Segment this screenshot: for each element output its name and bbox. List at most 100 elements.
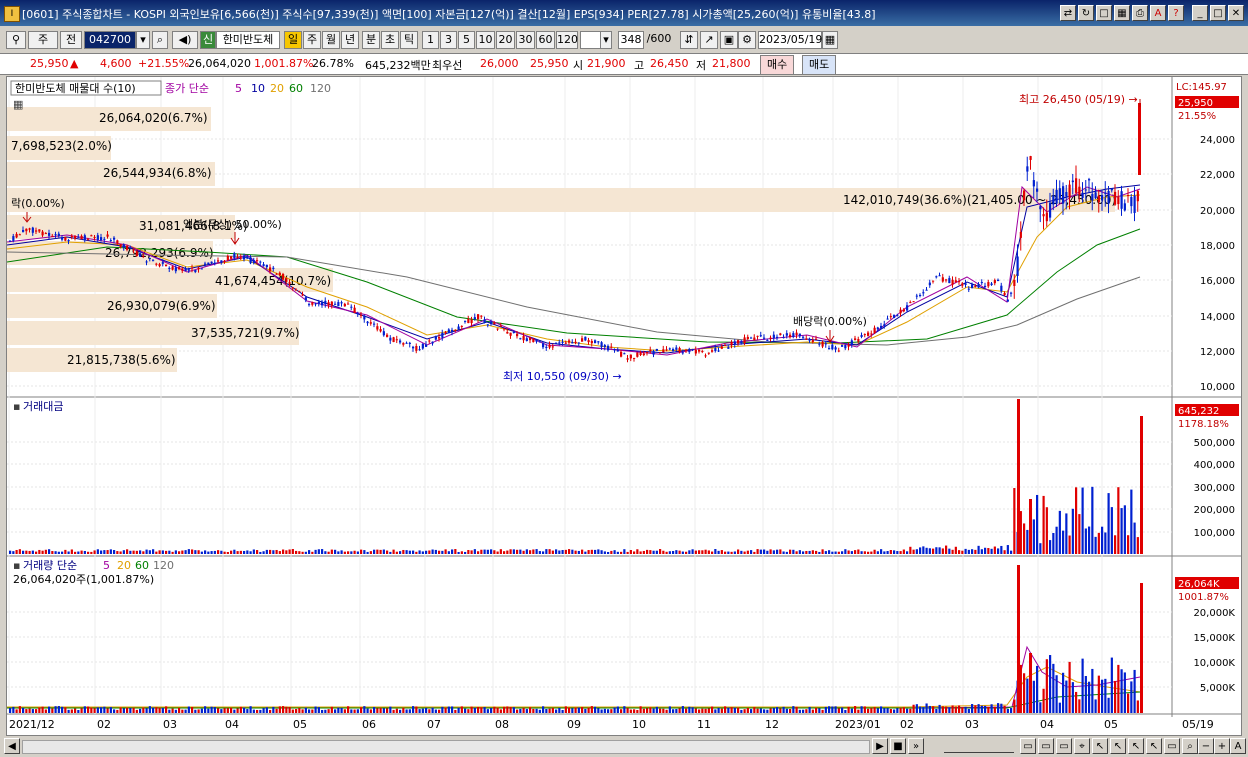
tab-second[interactable]: 초 <box>381 31 399 49</box>
interval-120[interactable]: 120 <box>556 31 578 49</box>
volume-bar <box>395 708 398 713</box>
volume-bar <box>1123 672 1126 713</box>
interval-60[interactable]: 60 <box>536 31 555 49</box>
layout-1-icon[interactable]: ▭ <box>1020 738 1036 754</box>
fast-forward-icon[interactable]: » <box>908 738 924 754</box>
candle-body <box>337 302 340 307</box>
prev-button[interactable]: 전 <box>60 31 82 49</box>
tab-minute[interactable]: 분 <box>362 31 380 49</box>
candle-body <box>217 260 220 262</box>
candle-body <box>438 337 441 339</box>
amount-bar <box>551 550 554 554</box>
tab-month[interactable]: 월 <box>322 31 340 49</box>
tab-year[interactable]: 년 <box>341 31 359 49</box>
interval-30[interactable]: 30 <box>516 31 535 49</box>
zoom-out-icon[interactable]: − <box>1198 738 1214 754</box>
window-icon[interactable]: □ <box>1096 5 1112 21</box>
interval-3[interactable]: 3 <box>440 31 457 49</box>
settings-icon[interactable]: ⚙ <box>738 31 756 49</box>
interval-dropdown-icon[interactable]: ▾ <box>600 31 612 49</box>
amount-bar <box>25 550 28 554</box>
link-icon[interactable]: ⇄ <box>1060 5 1076 21</box>
candle-body <box>135 251 138 256</box>
maximize-button[interactable]: □ <box>1210 5 1226 21</box>
tile-icon[interactable]: ▦ <box>1114 5 1130 21</box>
interval-1[interactable]: 1 <box>422 31 439 49</box>
zoom-search-icon[interactable]: ⌕ <box>1182 738 1198 754</box>
play-icon[interactable]: ▶ <box>872 738 888 754</box>
layout-2-icon[interactable]: ▭ <box>1038 738 1054 754</box>
cursor-1-icon[interactable]: ↖ <box>1092 738 1108 754</box>
volume-bar <box>1068 661 1071 713</box>
amount-bar <box>646 549 649 554</box>
candle-body <box>239 257 242 259</box>
volume-bar <box>691 707 694 713</box>
scroll-bar[interactable]: ◀ ▶ ■ » ▭ ▭ ▭ ⌖ ↖ ↖ ↖ ↖ ▭ ⌕ − + A <box>0 736 1248 757</box>
amount-bar <box>486 549 489 554</box>
amount-bar <box>142 551 145 554</box>
period-select[interactable]: 주 <box>28 31 58 49</box>
amount-pct-tag: 1178.18% <box>1178 419 1229 430</box>
save-icon[interactable]: ▣ <box>720 31 738 49</box>
search-icon[interactable]: ⌕ <box>152 31 168 49</box>
scroll-left-icon[interactable]: ◀ <box>4 738 20 754</box>
minimize-button[interactable]: _ <box>1192 5 1208 21</box>
volume-bar <box>675 709 678 713</box>
interval-10[interactable]: 10 <box>476 31 495 49</box>
sell-button[interactable]: 매도 <box>802 55 837 75</box>
volume-bar <box>1081 658 1084 713</box>
date-input[interactable]: 2023/05/19 <box>758 31 822 49</box>
cursor-4-icon[interactable]: ↖ <box>1146 738 1162 754</box>
interval-5[interactable]: 5 <box>458 31 475 49</box>
stock-chart-svg[interactable]: 26,064,020(6.7%) 7,698,523(2.0%) 26,544,93… <box>7 77 1241 735</box>
refresh-icon[interactable]: ↻ <box>1078 5 1094 21</box>
volume-bar <box>506 706 509 713</box>
amount-bar <box>464 551 467 554</box>
auto-scale-icon[interactable]: A <box>1230 738 1246 754</box>
help-icon[interactable]: ? <box>1168 5 1184 21</box>
cursor-3-icon[interactable]: ↖ <box>1128 738 1144 754</box>
tab-week[interactable]: 주 <box>303 31 321 49</box>
stop-icon[interactable]: ■ <box>890 738 906 754</box>
code-dropdown-icon[interactable]: ▾ <box>136 31 150 49</box>
speaker-icon[interactable]: ◀) <box>172 31 198 49</box>
cursor-2-icon[interactable]: ↖ <box>1110 738 1126 754</box>
calendar-icon[interactable]: ▦ <box>822 31 838 49</box>
tab-day[interactable]: 일 <box>284 31 302 49</box>
compare-icon[interactable]: ⇵ <box>680 31 698 49</box>
amount-bar <box>1101 526 1104 554</box>
zoom-in-icon[interactable]: + <box>1214 738 1230 754</box>
window-small-icon[interactable]: ▭ <box>1164 738 1180 754</box>
count-input[interactable]: 348 <box>618 31 644 49</box>
alert-icon[interactable]: A <box>1150 5 1166 21</box>
price-y-tick: 24,000 <box>1200 135 1235 146</box>
candle-body <box>561 341 564 343</box>
amount-bar <box>9 550 12 554</box>
pin-icon[interactable]: ⚲ <box>6 31 26 49</box>
volume-bar <box>210 706 213 713</box>
amount-bar <box>311 551 314 554</box>
zoom-slider[interactable] <box>944 740 1014 753</box>
tab-tick[interactable]: 틱 <box>400 31 418 49</box>
candle-body <box>951 279 954 285</box>
candle-body <box>876 327 879 330</box>
scroll-track[interactable] <box>22 740 870 754</box>
amount-bar <box>574 550 577 554</box>
buy-button[interactable]: 매수 <box>760 55 795 75</box>
chart-area[interactable]: 26,064,020(6.7%) 7,698,523(2.0%) 26,544,93… <box>6 76 1242 736</box>
crosshair-icon[interactable]: ⌖ <box>1074 738 1090 754</box>
amount-bar <box>584 551 587 554</box>
candle-body <box>366 321 369 324</box>
volume-bar <box>347 706 350 713</box>
volume-panel-icon[interactable]: ▪ <box>13 559 20 572</box>
interval-20[interactable]: 20 <box>496 31 515 49</box>
candle-body <box>405 342 408 344</box>
grid-toggle-icon[interactable]: ▦ <box>13 98 23 111</box>
layout-3-icon[interactable]: ▭ <box>1056 738 1072 754</box>
print-icon[interactable]: ⎙ <box>1132 5 1148 21</box>
amount-panel-icon[interactable]: ▪ <box>13 400 20 413</box>
volume-bar <box>707 708 710 713</box>
close-button[interactable]: ✕ <box>1228 5 1244 21</box>
stock-code-input[interactable]: 042700 <box>84 31 136 49</box>
chart-type-icon[interactable]: ↗ <box>700 31 718 49</box>
